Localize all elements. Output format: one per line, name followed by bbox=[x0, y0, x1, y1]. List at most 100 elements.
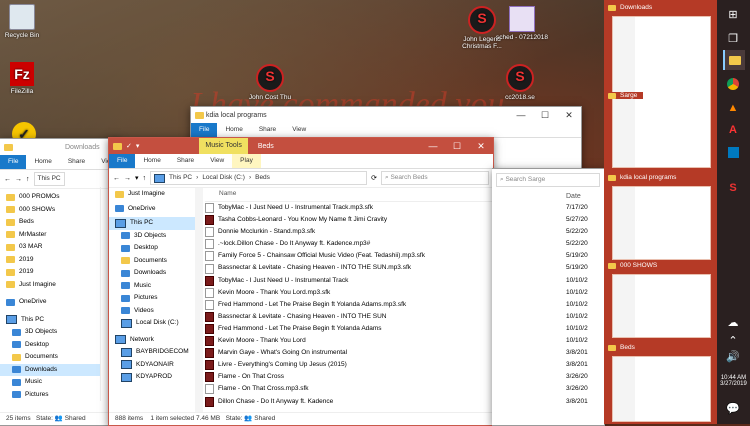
nav-item[interactable]: Desktop bbox=[109, 242, 195, 255]
nav-item-this-pc[interactable]: This PC bbox=[0, 314, 100, 327]
maximize-icon[interactable]: ☐ bbox=[533, 107, 557, 123]
nav-item[interactable]: 03 MAR bbox=[0, 241, 100, 254]
windows-start-icon[interactable]: ⊞ bbox=[723, 4, 743, 24]
nav-item[interactable]: Videos bbox=[109, 305, 195, 318]
breadcrumb[interactable]: This PC › Local Disk (C:) › Beds bbox=[150, 171, 368, 185]
trello-icon[interactable] bbox=[723, 142, 743, 162]
nav-item[interactable]: Music bbox=[109, 280, 195, 293]
nav-item[interactable]: Documents bbox=[109, 255, 195, 268]
nav-item[interactable]: Pictures bbox=[109, 292, 195, 305]
tab-home[interactable]: Home bbox=[135, 154, 168, 168]
filezilla-shortcut[interactable]: Fz FileZilla bbox=[0, 62, 52, 95]
nav-item[interactable]: Local Disk (C:) bbox=[109, 317, 195, 330]
cc2018-shortcut[interactable]: S cc2018.se bbox=[490, 64, 550, 101]
volume-icon[interactable]: 🔊 bbox=[723, 346, 743, 366]
file-row[interactable]: Tasha Cobbs-Leonard - You Know My Name f… bbox=[205, 214, 493, 226]
nav-item[interactable]: Music bbox=[0, 376, 100, 389]
nav-item[interactable]: Desktop bbox=[0, 339, 100, 352]
tab-view[interactable]: View bbox=[284, 123, 314, 137]
nav-item[interactable]: Downloads bbox=[109, 267, 195, 280]
file-explorer-icon[interactable] bbox=[723, 50, 745, 70]
back-icon[interactable]: ← bbox=[4, 176, 11, 183]
sony-s-icon[interactable]: S bbox=[723, 178, 743, 198]
search-input[interactable]: ⌕ Search Beds bbox=[381, 171, 489, 185]
tab-share[interactable]: Share bbox=[60, 155, 93, 169]
minimize-icon[interactable]: — bbox=[421, 138, 445, 154]
nav-item[interactable]: MrMaster bbox=[0, 229, 100, 242]
file-row[interactable]: Livre - Everything's Coming Up Jesus (20… bbox=[205, 359, 493, 371]
tab-share[interactable]: Share bbox=[251, 123, 284, 137]
file-row[interactable]: .~lock.Dillon Chase - Do It Anyway ft. K… bbox=[205, 238, 493, 250]
nav-item-downloads[interactable]: Downloads bbox=[0, 363, 100, 376]
maximize-icon[interactable]: ☐ bbox=[445, 138, 469, 154]
nav-item[interactable]: Beds bbox=[0, 216, 100, 229]
nav-item[interactable]: 3D Objects bbox=[0, 326, 100, 339]
john-cost-shortcut[interactable]: S John Cost Thu bbox=[240, 64, 300, 101]
file-row[interactable]: Donnie Mcclurkin - Stand.mp3.sfk bbox=[205, 226, 493, 238]
nav-item-network[interactable]: Network bbox=[109, 334, 195, 347]
cloud-icon[interactable]: ☁ bbox=[723, 312, 743, 332]
file-row[interactable]: Family Force 5 - Chainsaw Official Music… bbox=[205, 250, 493, 262]
window-thumbnail[interactable] bbox=[612, 186, 711, 260]
clock[interactable]: 10:44 AM 3/27/2019 bbox=[717, 375, 750, 387]
file-row[interactable]: Marvin Gaye - What's Going On instrument… bbox=[205, 347, 493, 359]
chrome-icon[interactable] bbox=[723, 74, 743, 94]
tab-file[interactable]: File bbox=[0, 155, 27, 169]
address-bar[interactable]: This PC bbox=[33, 172, 65, 186]
column-header-name[interactable]: Name bbox=[219, 188, 236, 200]
file-row[interactable]: Kevin Moore - Thank You Lord.mp3.sfk bbox=[205, 287, 493, 299]
file-row[interactable]: TobyMac - I Just Need U - Instrumental T… bbox=[205, 275, 493, 287]
minimize-icon[interactable]: — bbox=[509, 107, 533, 123]
nav-item[interactable]: 2019 bbox=[0, 254, 100, 267]
file-row[interactable]: Flame - On That Cross.mp3.sfk bbox=[205, 383, 493, 395]
window-thumbnail[interactable] bbox=[612, 356, 711, 422]
file-row[interactable]: Kevin Moore - Thank You Lord bbox=[205, 335, 493, 347]
tab-file[interactable]: File bbox=[191, 123, 218, 137]
file-row[interactable]: Bassnectar & Levitate - Chasing Heaven -… bbox=[205, 262, 493, 274]
nav-item[interactable]: 3D Objects bbox=[109, 230, 195, 243]
up-icon[interactable]: ↑ bbox=[26, 176, 30, 183]
tab-home[interactable]: Home bbox=[26, 155, 59, 169]
group-title[interactable]: Beds bbox=[608, 344, 635, 351]
back-icon[interactable]: ← bbox=[113, 175, 120, 182]
nav-item[interactable]: Documents bbox=[0, 351, 100, 364]
tab-share[interactable]: Share bbox=[169, 154, 202, 168]
file-row[interactable]: Fred Hammond - Let The Praise Begin ft Y… bbox=[205, 323, 493, 335]
group-title[interactable]: Downloads bbox=[608, 4, 652, 11]
close-icon[interactable]: ✕ bbox=[557, 107, 581, 123]
nav-item[interactable]: Just Imagine bbox=[109, 188, 195, 201]
group-title[interactable]: Sarge bbox=[608, 92, 644, 99]
forward-icon[interactable]: → bbox=[124, 175, 131, 182]
refresh-icon[interactable]: ⟳ bbox=[371, 174, 377, 182]
nav-item[interactable]: Just Imagine bbox=[0, 279, 100, 292]
file-row[interactable]: TobyMac - I Just Need U - Instrumental T… bbox=[205, 202, 493, 214]
file-row[interactable]: Fred Hammond - Let The Praise Begin ft Y… bbox=[205, 299, 493, 311]
chevron-down-icon[interactable]: ▾ bbox=[136, 142, 140, 150]
nav-item[interactable]: Pictures bbox=[0, 389, 100, 402]
nav-item[interactable]: 2019 bbox=[0, 266, 100, 279]
adobe-icon[interactable]: A bbox=[723, 120, 743, 140]
file-row[interactable]: Dillon Chase - Do It Anyway ft. Kadence bbox=[205, 396, 493, 408]
nav-item[interactable]: KDYAPROD bbox=[109, 371, 195, 384]
tab-home[interactable]: Home bbox=[217, 123, 250, 137]
group-title[interactable]: 000 SHOWS bbox=[608, 262, 657, 269]
notifications-icon[interactable]: 💬 bbox=[723, 398, 743, 418]
nav-item[interactable]: 000 PROMOs bbox=[0, 191, 100, 204]
sched-shortcut[interactable]: sched - 07212018 bbox=[492, 6, 552, 41]
tab-view[interactable]: View bbox=[202, 154, 232, 168]
forward-icon[interactable]: → bbox=[15, 176, 22, 183]
nav-item-this-pc[interactable]: This PC bbox=[109, 217, 195, 230]
beds-window[interactable]: ✓ ▾ Music Tools Beds — ☐ ✕ File Home Sha… bbox=[108, 137, 494, 426]
tab-play[interactable]: Play bbox=[232, 154, 261, 168]
tab-file[interactable]: File bbox=[109, 154, 136, 168]
vlc-icon[interactable]: ▲ bbox=[723, 98, 743, 118]
close-icon[interactable]: ✕ bbox=[469, 138, 493, 154]
nav-item-onedrive[interactable]: OneDrive bbox=[109, 203, 195, 216]
nav-item-onedrive[interactable]: OneDrive bbox=[0, 296, 100, 309]
file-row[interactable]: Bassnectar & Levitate - Chasing Heaven -… bbox=[205, 311, 493, 323]
nav-item[interactable]: BAYBRIDGECOM bbox=[109, 346, 195, 359]
nav-item[interactable]: 000 SHOWs bbox=[0, 204, 100, 217]
column-header-date[interactable]: Date bbox=[566, 193, 604, 200]
sarge-window-edge[interactable]: ⌕ Search Sarge Date 7/17/20 5/27/20 5/22/2… bbox=[492, 168, 605, 426]
nav-item[interactable]: KDYAONAIR bbox=[109, 359, 195, 372]
